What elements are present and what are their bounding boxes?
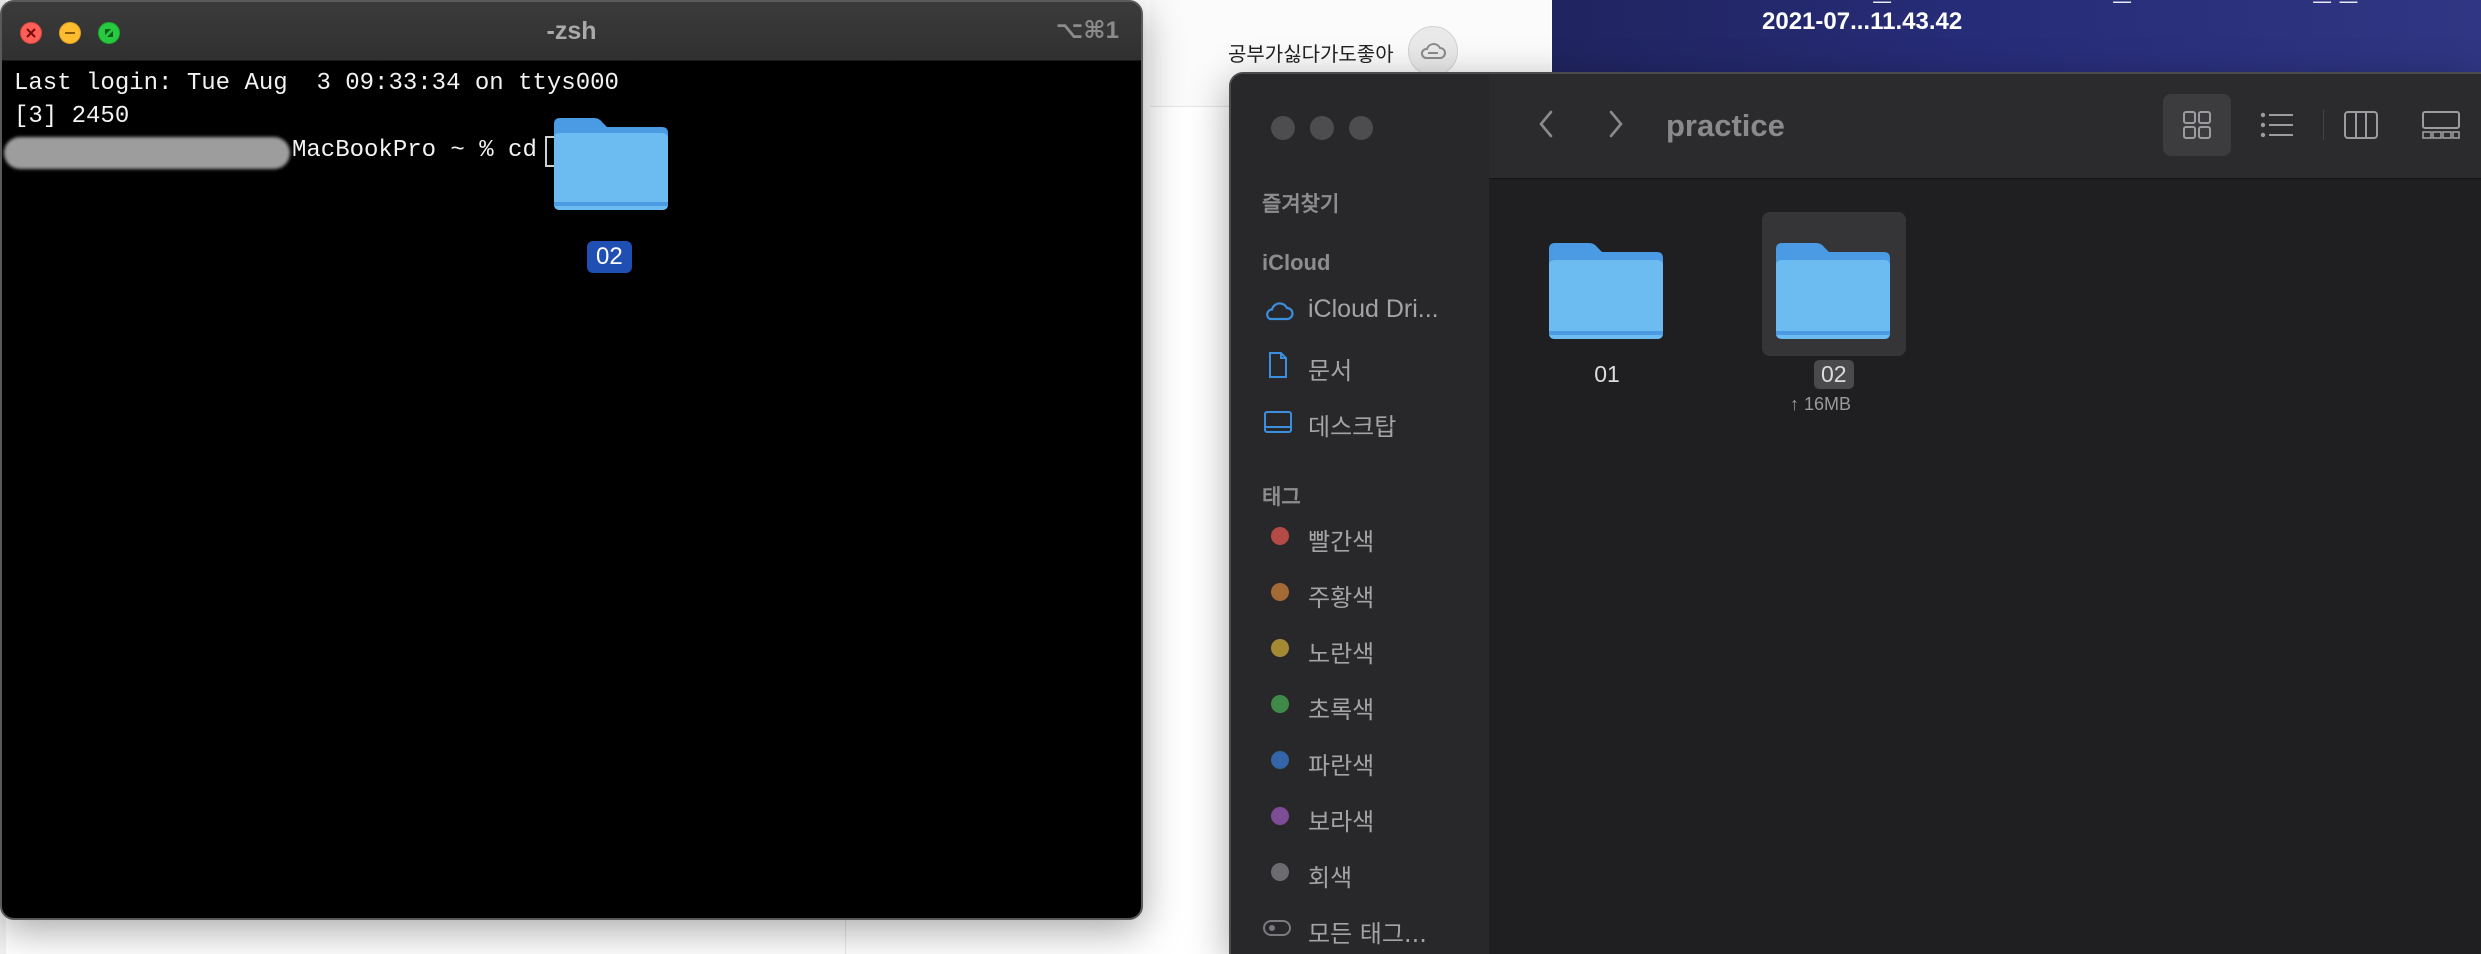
- sidebar-tag-yellow[interactable]: 노란색: [1260, 628, 1480, 668]
- finder-toolbar: practice: [1489, 74, 2481, 179]
- desktop-wallpaper-area: ㅡ ㅡ ㅡ ㅡ 2021-07...11.43.42: [1552, 0, 2481, 80]
- sidebar-tag-red[interactable]: 빨간색: [1260, 516, 1480, 556]
- sidebar-item-label: 보라색: [1308, 808, 1375, 836]
- terminal-output-line: Last login: Tue Aug 3 09:33:34 on ttys00…: [14, 70, 619, 97]
- folder-item-selected[interactable]: 02 ↑ 16MB: [1762, 219, 1906, 414]
- sidebar-tag-purple[interactable]: 보라색: [1260, 796, 1480, 836]
- folder-label: 02: [1814, 360, 1854, 389]
- sidebar-item-label: 파란색: [1308, 752, 1375, 780]
- sidebar-item-label: 노란색: [1308, 640, 1375, 668]
- sidebar-item-label: 문서: [1308, 357, 1353, 385]
- folder-icon: [1776, 243, 1890, 339]
- terminal-title: -zsh: [546, 17, 597, 45]
- finder-sidebar: 즐겨찾기 iCloud iCloud Dri... 문서 데스크탑 태그 빨간색…: [1231, 74, 1490, 954]
- tag-dot-icon: [1271, 583, 1289, 601]
- dragged-folder-icon[interactable]: [550, 114, 672, 219]
- tag-dot-icon: [1271, 863, 1289, 881]
- terminal-titlebar[interactable]: -zsh ⌥⌘1: [2, 2, 1141, 61]
- sidebar-item-desktop[interactable]: 데스크탑: [1260, 401, 1480, 441]
- upload-size-label: ↑ 16MB: [1790, 394, 1852, 414]
- terminal-window[interactable]: -zsh ⌥⌘1 Last login: Tue Aug 3 09:33:34 …: [0, 0, 1143, 920]
- cloud-icon: [1266, 302, 1294, 321]
- favorites-header: 즐겨찾기: [1262, 193, 1340, 216]
- sidebar-tag-orange[interactable]: 주황색: [1260, 572, 1480, 612]
- tags-header: 태그: [1262, 486, 1301, 509]
- folder-label: 01: [1594, 361, 1620, 387]
- icloud-header: iCloud: [1262, 250, 1331, 275]
- folder-icon: [1549, 243, 1663, 339]
- tag-dot-icon: [1271, 695, 1289, 713]
- toolbar-divider: [2323, 110, 2324, 140]
- chevron-right-icon: [1609, 110, 1623, 138]
- sidebar-item-label: 회색: [1308, 864, 1353, 892]
- terminal-output-line: [3] 2450: [14, 103, 130, 130]
- folder-item[interactable]: 01: [1537, 219, 1707, 387]
- sidebar-item-label: 초록색: [1308, 696, 1375, 724]
- tag-dot-icon: [1271, 807, 1289, 825]
- grid-icon: [2183, 111, 2211, 139]
- icon-view-button[interactable]: [2163, 94, 2231, 156]
- zoom-button[interactable]: [1349, 116, 1373, 140]
- document-icon: [1269, 352, 1287, 378]
- sidebar-item-label: 빨간색: [1308, 528, 1375, 556]
- redacted-username: [4, 137, 290, 169]
- desktop-item-label[interactable]: 공부가싫다가도좋아: [1228, 38, 1394, 67]
- finder-window[interactable]: 즐겨찾기 iCloud iCloud Dri... 문서 데스크탑 태그 빨간색…: [1229, 72, 2481, 954]
- gallery-icon: [2422, 111, 2460, 139]
- gallery-view-button[interactable]: [2411, 94, 2471, 156]
- chevron-left-icon: [1539, 110, 1553, 138]
- sidebar-all-tags[interactable]: 모든 태그...: [1260, 908, 1480, 948]
- desktop-icon: [1264, 411, 1292, 433]
- list-view-button[interactable]: [2247, 94, 2307, 156]
- finder-window-title: practice: [1666, 108, 1785, 143]
- sidebar-item-label: iCloud Dri...: [1308, 295, 1439, 323]
- dragged-folder-label: 02: [587, 241, 632, 273]
- tag-dot-icon: [1271, 751, 1289, 769]
- cloud-badge-icon[interactable]: [1408, 26, 1458, 76]
- sidebar-tag-green[interactable]: 초록색: [1260, 684, 1480, 724]
- columns-icon: [2344, 111, 2378, 139]
- sidebar-item-label: 데스크탑: [1308, 413, 1397, 441]
- terminal-prompt[interactable]: MacBookPro ~ % cd: [292, 137, 551, 164]
- sidebar-tag-blue[interactable]: 파란색: [1260, 740, 1480, 780]
- sidebar-item-label: 주황색: [1308, 584, 1375, 612]
- all-tags-icon: [1263, 920, 1291, 936]
- desktop-file-label[interactable]: 2021-07...11.43.42: [1762, 8, 1962, 36]
- list-icon: [2260, 112, 2293, 138]
- column-view-button[interactable]: [2331, 94, 2391, 156]
- sidebar-item-label: 모든 태그...: [1308, 920, 1427, 948]
- sidebar-item-icloud-drive[interactable]: iCloud Dri...: [1260, 290, 1480, 330]
- finder-content: 01 02 ↑ 16MB: [1489, 179, 2481, 954]
- sidebar-tag-gray[interactable]: 회색: [1260, 852, 1480, 892]
- terminal-shortcut: ⌥⌘1: [1055, 17, 1119, 44]
- minimize-button[interactable]: [1310, 116, 1334, 140]
- sidebar-item-documents[interactable]: 문서: [1260, 345, 1480, 385]
- close-button[interactable]: [1271, 116, 1295, 140]
- tag-dot-icon: [1271, 527, 1289, 545]
- tag-dot-icon: [1271, 639, 1289, 657]
- forward-button[interactable]: [1599, 104, 1633, 144]
- back-button[interactable]: [1529, 104, 1563, 144]
